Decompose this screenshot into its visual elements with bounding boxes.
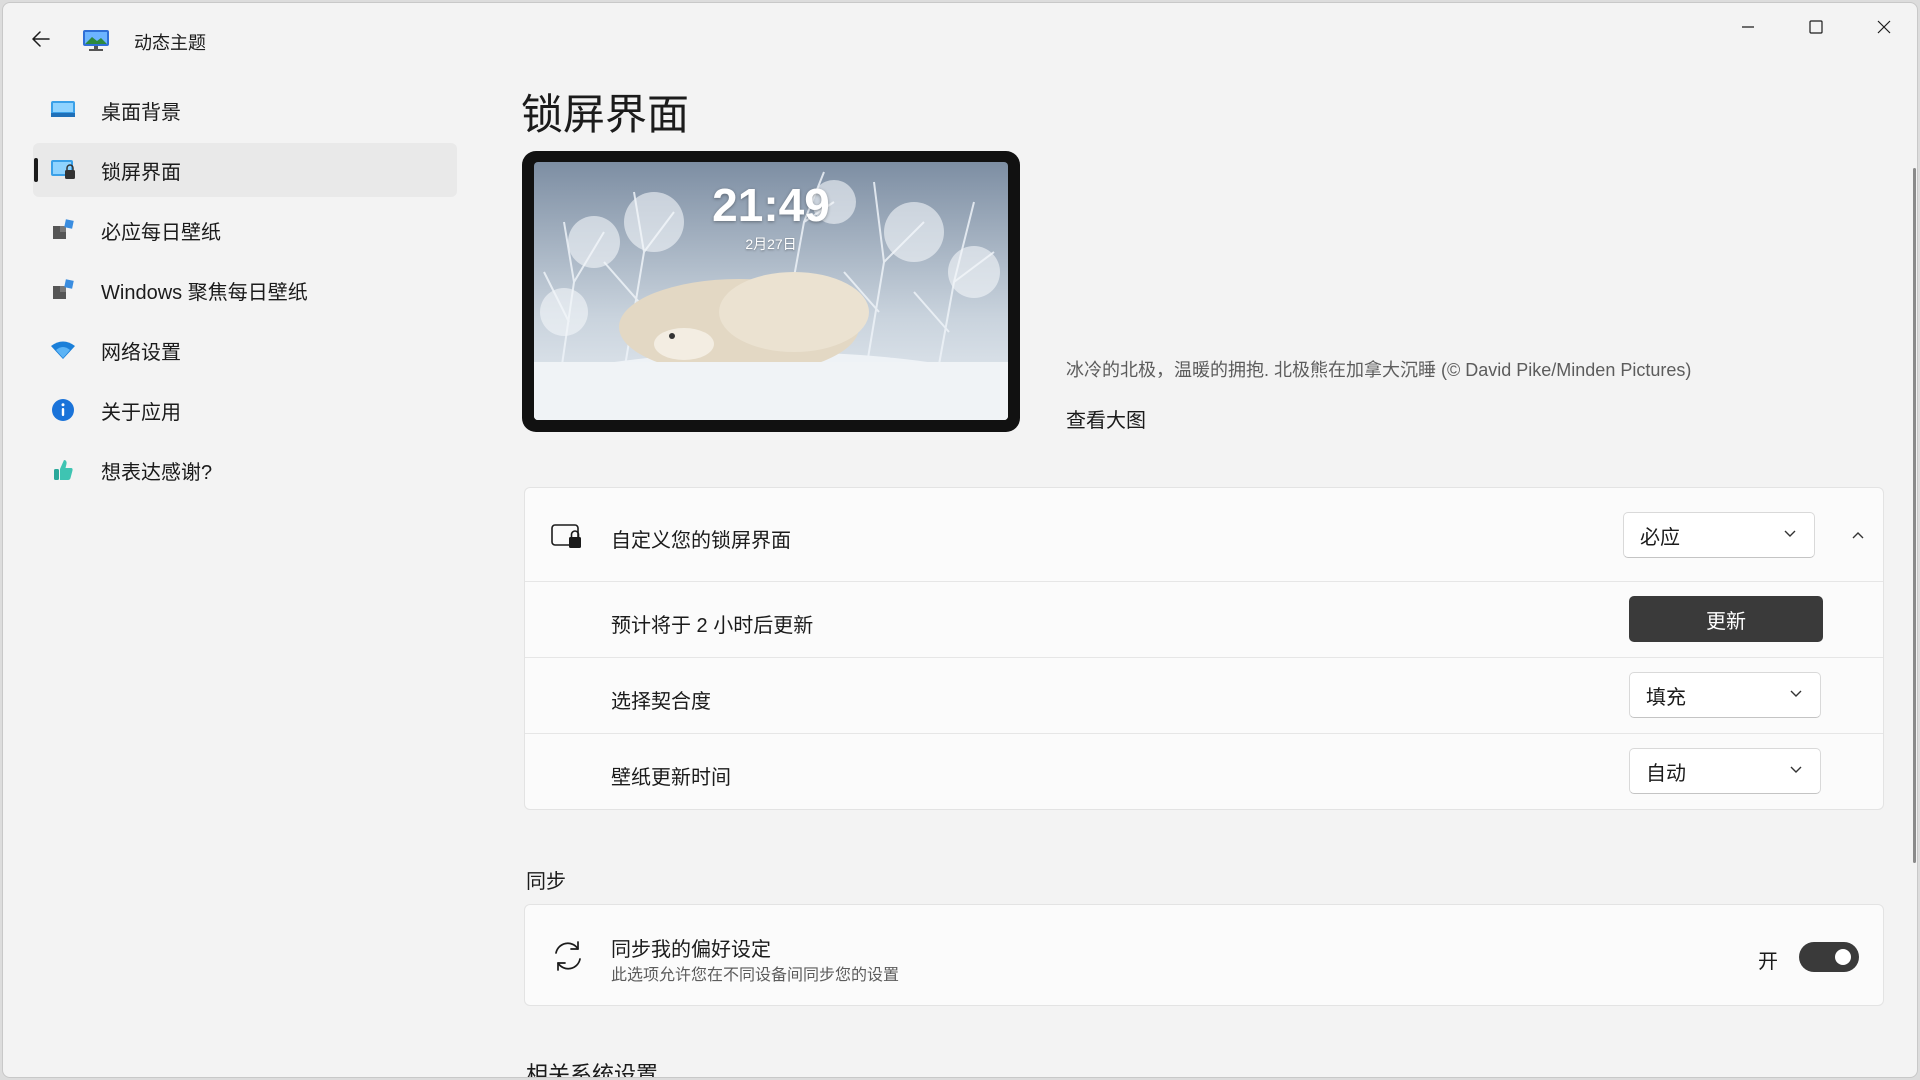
sync-section-title: 同步 [526,871,566,893]
thumbs-up-icon [49,456,77,484]
sidebar-nav: 桌面背景 锁屏界面 必应每日壁纸 Windows 聚焦每日壁纸 网络设置 关于应… [33,83,457,503]
toggle-knob [1835,949,1851,965]
view-large-image-link[interactable]: 查看大图 [1066,404,1146,433]
dropdown-value: 必应 [1640,526,1680,549]
preview-clock: 21:49 [712,179,830,231]
sidebar-item-label: 网络设置 [101,341,181,364]
dropdown-value: 自动 [1646,762,1686,785]
sidebar-item-label: 想表达感谢? [101,461,213,484]
image-caption: 冰冷的北极，温暖的拥抱. 北极熊在加拿大沉睡 (© David Pike/Min… [1066,360,1692,380]
back-button[interactable] [21,21,61,57]
related-settings-title: 相关系统设置 [526,1062,659,1078]
close-button[interactable] [1850,3,1917,51]
info-icon [49,396,77,424]
sidebar-item-network-settings[interactable]: 网络设置 [33,323,457,377]
sidebar-item-bing-wallpaper[interactable]: 必应每日壁纸 [33,203,457,257]
dropdown-value: 填充 [1646,686,1686,709]
maximize-button[interactable] [1782,3,1850,51]
toggle-state-label: 开 [1758,951,1778,973]
preview-wallpaper: 21:49 2月27日 [534,162,1008,420]
maximize-icon [1809,20,1823,34]
chevron-down-icon [1790,766,1802,773]
sidebar-item-label: Windows 聚焦每日壁纸 [101,281,308,304]
minimize-button[interactable] [1714,3,1782,51]
update-time-label: 壁纸更新时间 [611,767,731,789]
sync-description: 此选项允许您在不同设备间同步您的设置 [611,967,900,984]
customize-label: 自定义您的锁屏界面 [611,530,791,552]
sidebar-item-desktop-background[interactable]: 桌面背景 [33,83,457,137]
app-logo-icon [83,30,109,51]
app-title: 动态主题 [134,33,206,53]
update-button[interactable]: 更新 [1629,596,1823,642]
chevron-down-icon [1790,690,1802,697]
wifi-icon [49,336,77,364]
fit-dropdown[interactable]: 填充 [1629,672,1821,718]
sidebar-item-label: 桌面背景 [101,101,181,124]
sidebar-item-lock-screen[interactable]: 锁屏界面 [33,143,457,197]
wallpaper-source-dropdown[interactable]: 必应 [1623,512,1815,558]
chevron-up-icon [1852,532,1864,539]
bing-wallpaper-icon [49,216,77,244]
fit-row: 选择契合度 填充 [525,658,1883,734]
app-window: 动态主题 桌面背景 锁屏界面 必应每日壁纸 Windows 聚焦每日壁纸 网络设… [2,2,1918,1078]
update-schedule-row: 预计将于 2 小时后更新 更新 [525,582,1883,658]
customize-lock-screen-card: 自定义您的锁屏界面 必应 预计将于 2 小时后更新 更新 选择契合度 填充 壁纸… [524,487,1884,810]
update-time-row: 壁纸更新时间 自动 [525,734,1883,809]
lock-screen-icon [49,156,77,184]
spotlight-wallpaper-icon [49,276,77,304]
sidebar-item-label: 关于应用 [101,401,181,424]
sidebar-item-spotlight-wallpaper[interactable]: Windows 聚焦每日壁纸 [33,263,457,317]
preview-date: 2月27日 [745,236,797,252]
scrollbar-thumb[interactable] [1913,168,1916,863]
update-time-dropdown[interactable]: 自动 [1629,748,1821,794]
fit-label: 选择契合度 [611,691,711,713]
collapse-button[interactable] [1841,518,1875,552]
sidebar-item-label: 锁屏界面 [101,161,181,184]
page-title: 锁屏界面 [521,91,690,138]
back-arrow-icon [32,31,50,47]
close-icon [1877,20,1891,34]
sync-preferences-card: 同步我的偏好设定 此选项允许您在不同设备间同步您的设置 开 [524,904,1884,1006]
sync-title: 同步我的偏好设定 [611,939,771,961]
lock-screen-settings-icon [551,524,581,548]
title-bar: 动态主题 [3,3,1917,75]
lock-screen-preview: 21:49 2月27日 [522,151,1020,432]
update-schedule-label: 预计将于 2 小时后更新 [611,615,814,637]
sidebar-item-about[interactable]: 关于应用 [33,383,457,437]
sidebar-item-label: 必应每日壁纸 [101,221,221,244]
sidebar-item-thanks[interactable]: 想表达感谢? [33,443,457,497]
chevron-down-icon [1784,530,1796,537]
sync-icon [555,941,581,971]
customize-header-row[interactable]: 自定义您的锁屏界面 必应 [525,488,1883,582]
sync-toggle[interactable] [1799,942,1859,972]
minimize-icon [1742,26,1754,28]
desktop-background-icon [49,96,77,124]
